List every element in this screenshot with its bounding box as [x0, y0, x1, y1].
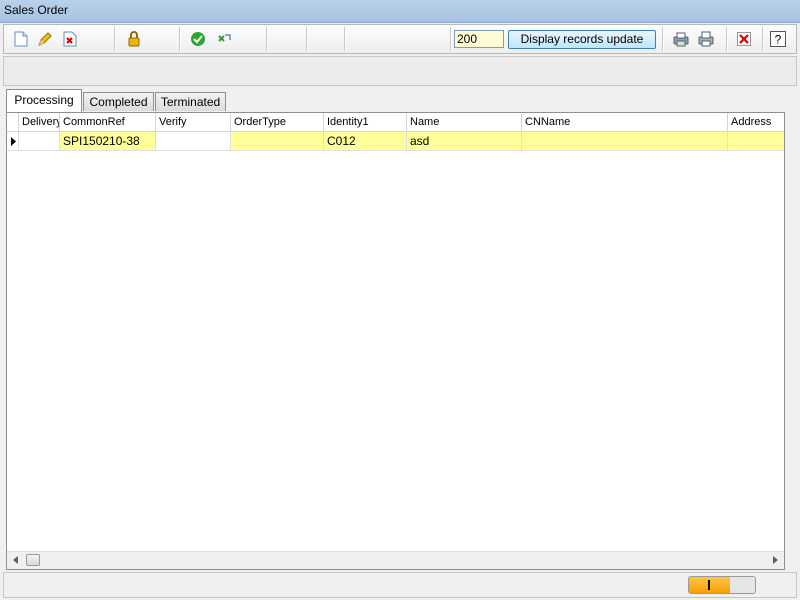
help-icon[interactable]: ?	[769, 30, 787, 48]
tab-processing[interactable]: Processing	[6, 89, 82, 112]
lock-icon[interactable]	[125, 30, 143, 48]
toolbar-separator	[179, 27, 181, 51]
toolbar-separator	[114, 27, 116, 51]
cell-delivery[interactable]	[19, 132, 60, 151]
scrollbar-thumb[interactable]	[26, 554, 40, 566]
row-indicator	[7, 132, 19, 151]
row-indicator-header	[7, 113, 19, 131]
progress-indicator	[688, 576, 756, 594]
filter-panel	[3, 56, 797, 86]
toolbar-separator	[266, 27, 268, 51]
column-header-address[interactable]: Address	[728, 113, 784, 131]
cell-verify[interactable]	[156, 132, 231, 151]
column-header-identity1[interactable]: Identity1	[324, 113, 407, 131]
cell-name[interactable]: asd	[407, 132, 522, 151]
column-header-verify[interactable]: Verify	[156, 113, 231, 131]
column-header-name[interactable]: Name	[407, 113, 522, 131]
toolbar-separator	[662, 27, 664, 51]
svg-text:?: ?	[775, 33, 782, 47]
print-icon[interactable]	[697, 30, 715, 48]
cell-commonref[interactable]: SPI150210-38	[60, 132, 156, 151]
scroll-right-arrow-icon[interactable]	[773, 556, 778, 564]
print-preview-icon[interactable]	[672, 30, 690, 48]
toolbar-separator	[726, 27, 728, 51]
display-records-update-button[interactable]: Display records update	[508, 30, 656, 49]
cell-ordertype[interactable]	[231, 132, 324, 151]
column-header-delivery[interactable]: Delivery	[19, 113, 60, 131]
delete-icon[interactable]	[61, 30, 79, 48]
toolbar-separator	[450, 27, 452, 51]
progress-marker	[708, 580, 710, 590]
grid-header: Delivery CommonRef Verify OrderType Iden…	[7, 113, 784, 132]
edit-pencil-icon[interactable]	[36, 30, 54, 48]
column-header-ordertype[interactable]: OrderType	[231, 113, 324, 131]
title-bar: Sales Order	[0, 0, 800, 23]
scroll-left-arrow-icon[interactable]	[13, 556, 18, 564]
toolbar: Display records update ?	[3, 24, 797, 54]
record-count-input[interactable]	[454, 30, 504, 48]
window-title: Sales Order	[4, 3, 69, 17]
tab-terminated[interactable]: Terminated	[155, 92, 226, 111]
column-header-commonref[interactable]: CommonRef	[60, 113, 156, 131]
table-row[interactable]: SPI150210-38 C012 asd	[7, 132, 784, 151]
toolbar-separator	[762, 27, 764, 51]
toolbar-separator	[344, 27, 346, 51]
column-header-cnname[interactable]: CNName	[522, 113, 728, 131]
cell-cnname[interactable]	[522, 132, 728, 151]
cell-address[interactable]	[728, 132, 784, 151]
horizontal-scrollbar[interactable]	[7, 551, 784, 569]
close-icon[interactable]	[735, 30, 753, 48]
cell-identity1[interactable]: C012	[324, 132, 407, 151]
new-document-icon[interactable]	[12, 30, 30, 48]
toolbar-separator	[306, 27, 308, 51]
status-bar	[3, 572, 797, 598]
orders-grid[interactable]: Delivery CommonRef Verify OrderType Iden…	[6, 112, 785, 570]
current-row-arrow-icon	[11, 137, 16, 146]
tab-completed[interactable]: Completed	[83, 92, 154, 111]
reject-icon[interactable]	[215, 30, 233, 48]
approve-check-icon[interactable]	[189, 30, 207, 48]
